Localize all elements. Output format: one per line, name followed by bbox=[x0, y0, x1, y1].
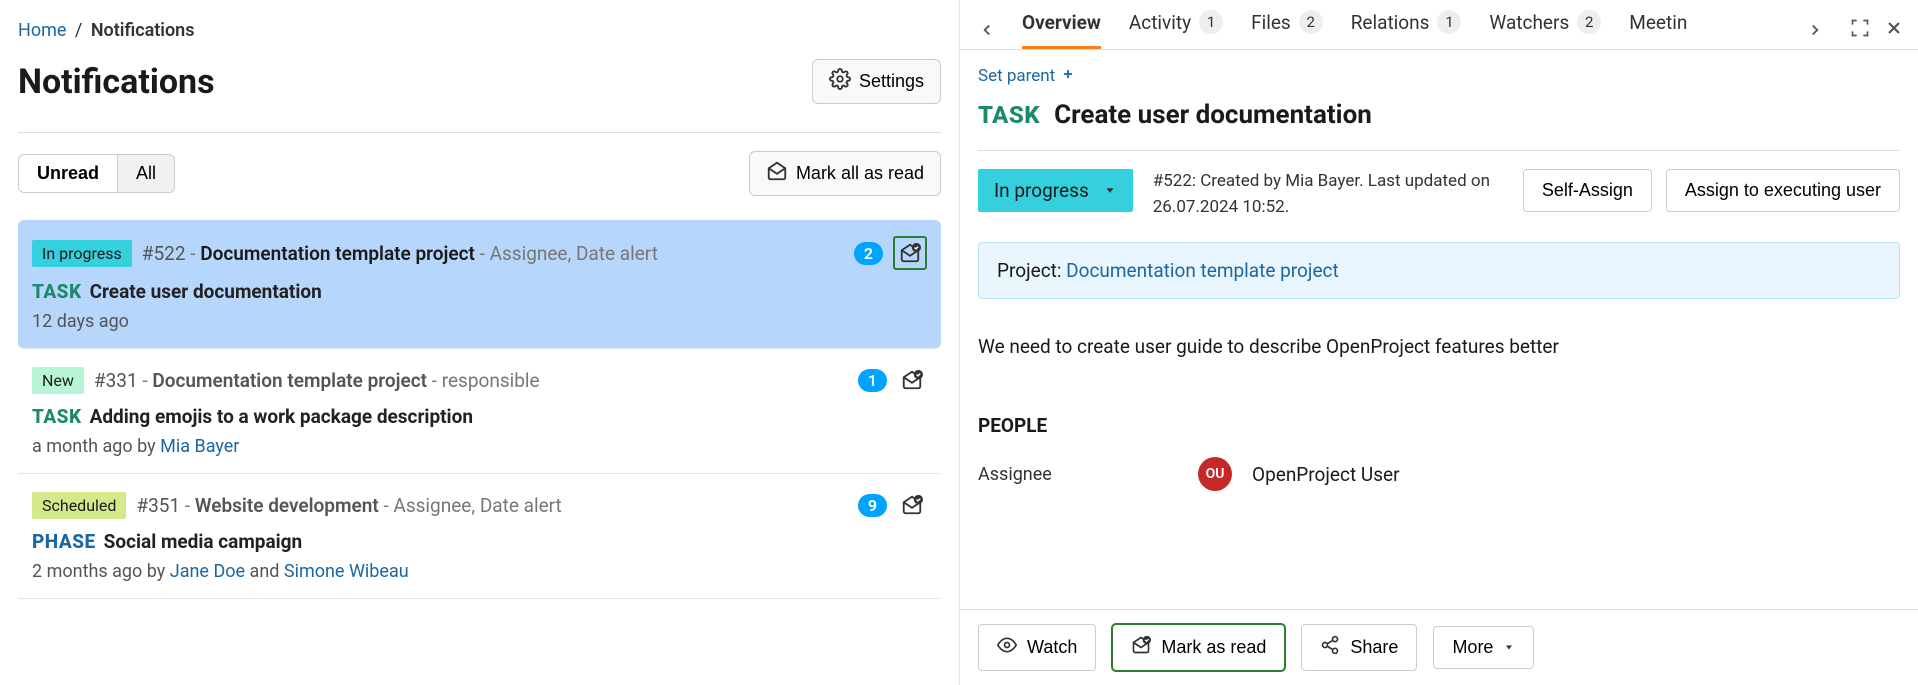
mark-read-icon[interactable] bbox=[893, 236, 927, 270]
tab-files[interactable]: Files 2 bbox=[1251, 10, 1323, 49]
description[interactable]: We need to create user guide to describe… bbox=[978, 335, 1900, 358]
breadcrumb-home[interactable]: Home bbox=[18, 20, 66, 41]
created-info: #522: Created by Mia Bayer. Last updated… bbox=[1153, 169, 1493, 220]
status-chip: New bbox=[32, 367, 84, 394]
caret-down-icon bbox=[1503, 637, 1515, 658]
settings-label: Settings bbox=[859, 71, 924, 92]
more-label: More bbox=[1452, 637, 1493, 658]
tab-count: 1 bbox=[1437, 10, 1461, 34]
notification-time: a month ago by Mia Bayer bbox=[32, 436, 927, 457]
notification-time: 2 months ago by Jane Doe and Simone Wibe… bbox=[32, 561, 927, 582]
tab-label: Overview bbox=[1022, 11, 1101, 34]
tab-label: Relations bbox=[1351, 11, 1430, 34]
notification-list: In progress #522 - Documentation template… bbox=[18, 220, 941, 599]
tab-count: 1 bbox=[1199, 10, 1223, 34]
people-heading: PEOPLE bbox=[978, 414, 1900, 437]
page-title: Notifications bbox=[18, 62, 215, 102]
mark-read-button[interactable]: Mark as read bbox=[1112, 624, 1285, 671]
tabs: Overview Activity 1 Files 2 Relations 1 Watcher… bbox=[1022, 10, 1780, 49]
notification-item[interactable]: New #331 - Documentation template project… bbox=[18, 349, 941, 474]
user-link[interactable]: Jane Doe bbox=[170, 561, 245, 582]
wp-type: TASK bbox=[978, 101, 1040, 129]
tab-label: Meetin bbox=[1629, 11, 1687, 34]
envelope-open-icon bbox=[766, 160, 788, 187]
mark-read-icon[interactable] bbox=[897, 365, 927, 395]
wp-title: Adding emojis to a work package descript… bbox=[90, 405, 473, 428]
wp-title[interactable]: Create user documentation bbox=[1054, 100, 1372, 130]
tab-watchers[interactable]: Watchers 2 bbox=[1489, 10, 1601, 49]
settings-button[interactable]: Settings bbox=[812, 59, 941, 104]
status-chip: In progress bbox=[32, 240, 132, 267]
footer-bar: Watch Mark as read Share More bbox=[960, 609, 1918, 685]
divider bbox=[978, 150, 1900, 151]
count-badge: 1 bbox=[858, 369, 887, 392]
filter-all[interactable]: All bbox=[118, 154, 175, 193]
status-chip: Scheduled bbox=[32, 492, 126, 519]
mark-read-label: Mark as read bbox=[1161, 637, 1266, 658]
tab-count: 2 bbox=[1577, 10, 1601, 34]
share-icon bbox=[1320, 635, 1340, 660]
tab-count: 2 bbox=[1299, 10, 1323, 34]
eye-icon bbox=[997, 635, 1017, 660]
wp-type-label: TASK bbox=[32, 405, 82, 428]
status-label: In progress bbox=[994, 179, 1089, 202]
tabs-next-button[interactable] bbox=[1802, 17, 1828, 43]
gear-icon bbox=[829, 68, 851, 95]
count-badge: 2 bbox=[854, 242, 883, 265]
project-label: Project: bbox=[997, 259, 1066, 282]
set-parent-link[interactable]: Set parent bbox=[978, 66, 1075, 86]
tabs-prev-button[interactable] bbox=[974, 17, 1000, 43]
tab-label: Activity bbox=[1129, 11, 1191, 34]
watch-button[interactable]: Watch bbox=[978, 624, 1096, 671]
tab-activity[interactable]: Activity 1 bbox=[1129, 10, 1223, 49]
breadcrumb: Home / Notifications bbox=[18, 20, 941, 41]
mark-all-label: Mark all as read bbox=[796, 163, 924, 184]
tab-label: Watchers bbox=[1489, 11, 1569, 34]
fullscreen-icon[interactable] bbox=[1850, 18, 1870, 42]
assign-executing-button[interactable]: Assign to executing user bbox=[1666, 169, 1900, 212]
notification-meta: #522 - Documentation template project - … bbox=[142, 242, 658, 265]
tab-relations[interactable]: Relations 1 bbox=[1351, 10, 1462, 49]
notification-item[interactable]: Scheduled #351 - Website development - As… bbox=[18, 474, 941, 599]
tabs-row: Overview Activity 1 Files 2 Relations 1 Watcher… bbox=[960, 0, 1918, 50]
project-box: Project: Documentation template project bbox=[978, 242, 1900, 299]
wp-title: Create user documentation bbox=[90, 280, 322, 303]
status-dropdown[interactable]: In progress bbox=[978, 169, 1133, 212]
more-button[interactable]: More bbox=[1433, 626, 1534, 669]
set-parent-label: Set parent bbox=[978, 66, 1055, 86]
watch-label: Watch bbox=[1027, 637, 1077, 658]
envelope-check-icon bbox=[1131, 635, 1151, 660]
mark-all-read-button[interactable]: Mark all as read bbox=[749, 151, 941, 196]
tab-label: Files bbox=[1251, 11, 1291, 34]
breadcrumb-current: Notifications bbox=[91, 20, 195, 41]
mark-read-icon[interactable] bbox=[897, 490, 927, 520]
divider bbox=[18, 132, 941, 133]
wp-type-label: TASK bbox=[32, 280, 82, 303]
notification-meta: #351 - Website development - Assignee, D… bbox=[136, 494, 561, 517]
user-link[interactable]: Mia Bayer bbox=[160, 436, 239, 457]
wp-title: Social media campaign bbox=[104, 530, 303, 553]
share-label: Share bbox=[1350, 637, 1398, 658]
count-badge: 9 bbox=[858, 494, 887, 517]
caret-down-icon bbox=[1103, 179, 1117, 202]
share-button[interactable]: Share bbox=[1301, 624, 1417, 671]
notification-item[interactable]: In progress #522 - Documentation template… bbox=[18, 220, 941, 349]
plus-icon bbox=[1061, 66, 1075, 86]
notification-meta: #331 - Documentation template project - … bbox=[94, 369, 540, 392]
tab-meetin[interactable]: Meetin bbox=[1629, 11, 1687, 49]
avatar[interactable]: OU bbox=[1198, 457, 1232, 491]
self-assign-button[interactable]: Self-Assign bbox=[1523, 169, 1652, 212]
tab-overview[interactable]: Overview bbox=[1022, 11, 1101, 49]
project-link[interactable]: Documentation template project bbox=[1066, 259, 1339, 282]
filter-segmented: Unread All bbox=[18, 154, 175, 193]
close-icon[interactable] bbox=[1884, 18, 1904, 42]
assignee-name[interactable]: OpenProject User bbox=[1252, 463, 1400, 486]
notification-time: 12 days ago bbox=[32, 311, 927, 332]
assignee-label: Assignee bbox=[978, 464, 1178, 485]
filter-unread[interactable]: Unread bbox=[18, 154, 118, 193]
user-link[interactable]: Simone Wibeau bbox=[284, 561, 409, 582]
wp-type-label: PHASE bbox=[32, 530, 96, 553]
